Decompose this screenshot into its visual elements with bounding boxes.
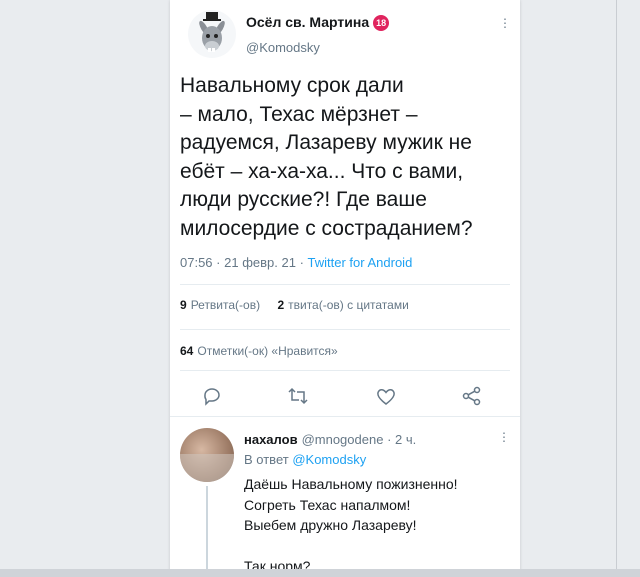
bottom-bar [0, 569, 640, 577]
window-edge [616, 0, 617, 577]
replying-to-prefix: В ответ [244, 452, 289, 467]
age-18-badge-icon: 18 [373, 15, 390, 31]
display-name[interactable]: Осёл св. Мартина 18 [246, 14, 390, 31]
tweet-meta: 07:56 · 21 февр. 21 · Twitter for Androi… [180, 255, 412, 270]
tweet-card: Осёл св. Мартина 18 @Komodsky ⋮ Навальном… [170, 0, 520, 577]
reply-icon[interactable] [200, 384, 224, 408]
thread-line [206, 486, 208, 577]
tweet-text: Навальному срок дали – мало, Техас мёрзн… [180, 74, 473, 240]
divider [180, 329, 510, 330]
retweets-count[interactable]: 9 [180, 298, 187, 312]
donkey-avatar-icon [199, 12, 225, 52]
replying-to: В ответ @Komodsky [244, 452, 366, 467]
user-handle[interactable]: @Komodsky [246, 40, 320, 55]
reply-tweet[interactable]: нахалов @mnogodene · 2 ч. ⋮ В ответ @Komo… [170, 420, 520, 577]
quotes-count[interactable]: 2 [277, 298, 284, 312]
tweet-date: 21 февр. 21 [224, 255, 296, 270]
reply-text: Даёшь Навальному пожизненно! Согреть Тех… [244, 476, 458, 574]
more-dots-icon[interactable]: ⋮ [499, 16, 511, 30]
reply-time: 2 ч. [395, 432, 417, 447]
retweet-stats: 9 Ретвита(-ов) 2 твита(-ов) с цитатами [180, 298, 409, 312]
reply-avatar[interactable] [180, 428, 234, 482]
quotes-label[interactable]: твита(-ов) с цитатами [288, 298, 409, 312]
tweet-actions-bar [170, 378, 520, 414]
avatar-photo-shade [180, 454, 234, 482]
likes-label[interactable]: Отметки(-ок) «Нравится» [197, 344, 337, 358]
tweet-header: Осёл св. Мартина 18 @Komodsky ⋮ [170, 0, 520, 70]
heart-icon[interactable] [374, 384, 398, 408]
divider [170, 416, 520, 417]
likes-count[interactable]: 64 [180, 344, 193, 358]
reply-header: нахалов @mnogodene · 2 ч. [244, 432, 416, 447]
meta-separator: · [299, 255, 308, 270]
replying-to-mention[interactable]: @Komodsky [292, 452, 366, 467]
avatar[interactable] [188, 10, 236, 58]
meta-separator: · [216, 255, 225, 270]
divider [180, 370, 510, 371]
reply-author-handle[interactable]: @mnogodene [302, 432, 384, 447]
retweets-label[interactable]: Ретвита(-ов) [191, 298, 260, 312]
divider [180, 284, 510, 285]
tweet-time: 07:56 [180, 255, 213, 270]
reply-author-name[interactable]: нахалов [244, 432, 298, 447]
likes-stats: 64 Отметки(-ок) «Нравится» [180, 344, 338, 358]
retweet-icon[interactable] [286, 384, 310, 408]
share-icon[interactable] [460, 384, 484, 408]
display-name-text: Осёл св. Мартина [246, 14, 370, 30]
more-dots-icon[interactable]: ⋮ [498, 430, 510, 444]
tweet-client-link[interactable]: Twitter for Android [308, 255, 413, 270]
meta-separator: · [387, 432, 396, 447]
